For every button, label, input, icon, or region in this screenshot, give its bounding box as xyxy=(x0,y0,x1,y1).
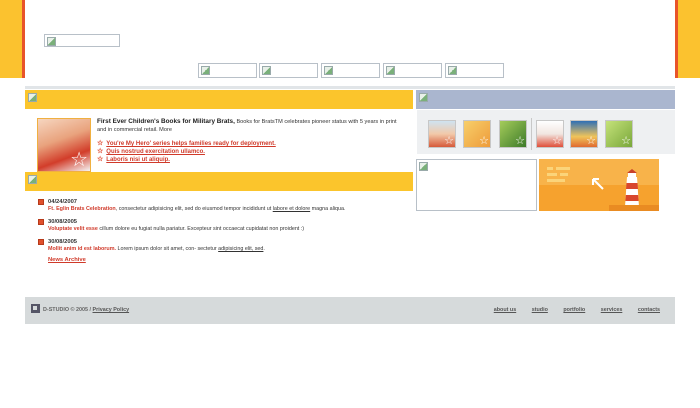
gallery-thumb-4[interactable]: ☆ xyxy=(536,120,564,148)
bullet-icon xyxy=(38,239,44,245)
feature-image-placeholder[interactable] xyxy=(416,159,537,211)
footer-link-studio[interactable]: studio xyxy=(532,307,548,313)
news-title[interactable]: Voluptate velit esse xyxy=(48,226,98,232)
promo-label: Quis nostrud exercitation ullamco. xyxy=(106,149,205,155)
news-header-bar xyxy=(25,172,413,191)
news-date: 30/08/2005 xyxy=(48,239,78,245)
star-outline-icon: ☆ xyxy=(97,156,104,163)
news-text: Lorem ipsum dolor sit amet, con- sectetu… xyxy=(116,246,219,252)
footer-link-contacts[interactable]: contacts xyxy=(638,307,660,313)
promo-link-3[interactable]: ☆ Laboris nisi ut aliquip. xyxy=(97,156,170,164)
news-text-tail: . xyxy=(263,246,265,252)
copyright-text: D-STUDIO © 2005 / xyxy=(43,307,93,313)
feature-photo: ☆ xyxy=(37,118,91,172)
footer-link-about[interactable]: about us xyxy=(494,307,516,313)
left-decor-bar xyxy=(0,0,25,78)
news-title[interactable]: Ft. Eglin Brats Celebration xyxy=(48,206,116,212)
gallery-thumb-1[interactable]: ☆ xyxy=(428,120,456,148)
gallery-header-bar xyxy=(416,90,675,109)
promo-label: Laboris nisi ut aliquip. xyxy=(106,157,170,163)
news-text: cillum dolore eu fugiat nulla pariatur. … xyxy=(97,226,305,232)
intro-more-link[interactable]: More xyxy=(158,127,172,133)
news-item-3: 30/08/2005 Mollit anim id est laborum. L… xyxy=(38,239,398,253)
news-item-1: 04/24/2007 Ft. Eglin Brats Celebration, … xyxy=(38,199,398,213)
nav-button-3[interactable] xyxy=(321,63,380,78)
right-decor-bar xyxy=(675,0,700,78)
gallery-header-image xyxy=(417,91,428,102)
news-date: 04/24/2007 xyxy=(48,199,78,205)
nav-button-2[interactable] xyxy=(259,63,318,78)
star-outline-icon: ☆ xyxy=(97,140,104,147)
news-text: , consectetur adipisicing elit, sed do e… xyxy=(115,206,273,212)
lighthouse-icon xyxy=(539,159,659,211)
news-inline-link[interactable]: adipisicing elit, sed xyxy=(218,246,263,252)
news-header-image xyxy=(26,173,37,184)
bullet-icon xyxy=(38,219,44,225)
gallery-thumb-5[interactable]: ☆ xyxy=(570,120,598,148)
news-date: 30/08/2005 xyxy=(48,219,78,225)
bullet-icon xyxy=(38,199,44,205)
footer-nav: about us studio portfolio services conta… xyxy=(480,307,660,313)
news-archive-link[interactable]: News Archive xyxy=(48,257,86,263)
promo-link-2[interactable]: ☆ Quis nostrud exercitation ullamco. xyxy=(97,148,205,156)
intro-header-image xyxy=(26,91,37,102)
star-icon: ☆ xyxy=(70,149,88,171)
lighthouse-banner[interactable] xyxy=(539,159,659,211)
intro-title: First Ever Children's Books for Military… xyxy=(97,118,235,125)
promo-link-1[interactable]: ☆ You're My Hero' series helps families r… xyxy=(97,140,276,148)
copyright: D-STUDIO © 2005 / Privacy Policy xyxy=(43,307,129,313)
footer: D-STUDIO © 2005 / Privacy Policy about u… xyxy=(25,297,675,324)
promo-label: You're My Hero' series helps families re… xyxy=(106,141,276,147)
nav-button-5[interactable] xyxy=(445,63,504,78)
footer-link-services[interactable]: services xyxy=(601,307,623,313)
nav-button-1[interactable] xyxy=(198,63,257,78)
news-item-2: 30/08/2005 Voluptate velit esse cillum d… xyxy=(38,219,398,233)
intro-header-bar xyxy=(25,90,413,109)
gallery-thumb-2[interactable]: ☆ xyxy=(463,120,491,148)
thumbnail-gallery: ☆ ☆ ☆ ☆ ☆ ☆ xyxy=(417,110,675,154)
header-divider xyxy=(25,86,675,89)
studio-logo-icon xyxy=(31,304,40,313)
gallery-divider xyxy=(531,118,532,150)
privacy-policy-link[interactable]: Privacy Policy xyxy=(93,307,130,313)
intro-text: First Ever Children's Books for Military… xyxy=(97,118,397,134)
gallery-thumb-6[interactable]: ☆ xyxy=(605,120,633,148)
star-outline-icon: ☆ xyxy=(97,148,104,155)
news-inline-link[interactable]: labore et dolore xyxy=(273,206,310,212)
news-text-tail: magna aliqua. xyxy=(310,206,346,212)
nav-button-4[interactable] xyxy=(383,63,442,78)
gallery-thumb-3[interactable]: ☆ xyxy=(499,120,527,148)
logo-image[interactable] xyxy=(44,34,120,47)
footer-link-portfolio[interactable]: portfolio xyxy=(563,307,585,313)
news-title[interactable]: Mollit anim id est laborum. xyxy=(48,246,116,252)
